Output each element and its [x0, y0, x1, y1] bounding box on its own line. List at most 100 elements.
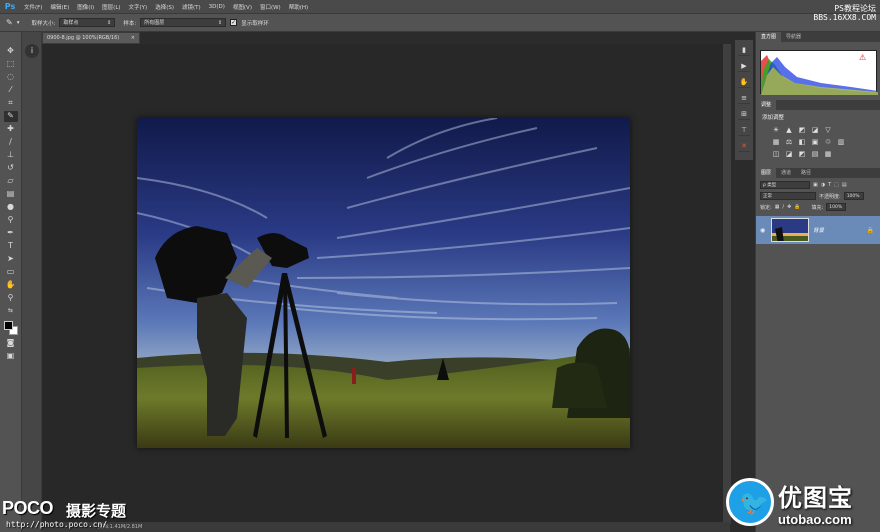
tool-presets-icon[interactable]: ⊤ — [738, 124, 750, 136]
lock-transparent-icon[interactable]: ▦ — [775, 204, 780, 210]
gradient-tool-icon[interactable]: ▤ — [4, 189, 18, 200]
layer-thumbnail-image — [772, 219, 808, 241]
tab-navigator[interactable]: 导航器 — [781, 32, 806, 42]
filter-smart-icon[interactable]: ▤ — [842, 182, 847, 188]
menu-edit[interactable]: 编辑(E) — [46, 3, 73, 11]
quick-mask-icon[interactable]: ◙ — [4, 338, 18, 349]
blur-tool-icon[interactable]: ● — [4, 202, 18, 213]
utobao-watermark-url: utobao.com — [778, 512, 852, 527]
tab-paths[interactable]: 路径 — [796, 168, 816, 178]
layer-name[interactable]: 背景 — [813, 226, 863, 234]
exposure-icon[interactable]: ◪ — [811, 126, 819, 134]
color-lookup-icon[interactable]: ▥ — [837, 138, 845, 146]
menu-filter[interactable]: 滤镜(T) — [178, 3, 205, 11]
crop-tool-icon[interactable]: ⌗ — [4, 98, 18, 109]
filter-type-icon[interactable]: T — [828, 182, 831, 188]
menu-select[interactable]: 选择(S) — [151, 3, 178, 11]
hue-saturation-icon[interactable]: ▦ — [772, 138, 780, 146]
menu-layer[interactable]: 图层(L) — [98, 3, 124, 11]
levels-icon[interactable]: ▲ — [785, 126, 793, 134]
tab-histogram[interactable]: 直方图 — [756, 32, 782, 42]
poco-watermark-url: http://photo.poco.cn/ — [6, 520, 108, 529]
tool-preset-arrow-icon[interactable]: ▾ — [17, 20, 20, 26]
opacity-field[interactable]: 100% — [843, 192, 864, 200]
color-balance-icon[interactable]: ⚖ — [785, 138, 793, 146]
layer-row-background[interactable]: ◉ 背景 🔒 — [756, 216, 880, 244]
menu-help[interactable]: 帮助(H) — [285, 3, 312, 11]
actions-icon[interactable]: ▶ — [738, 60, 750, 72]
quick-select-tool-icon[interactable]: ⁄ — [4, 85, 18, 96]
marquee-tool-icon[interactable]: ⬚ — [4, 59, 18, 70]
sample-size-value: 取样点 — [63, 20, 79, 26]
close-icon[interactable]: ✕ — [738, 140, 750, 152]
brush-presets-icon[interactable]: ✋ — [738, 76, 750, 88]
eraser-tool-icon[interactable]: ▱ — [4, 176, 18, 187]
fill-field[interactable]: 100% — [826, 203, 847, 211]
character-icon[interactable]: ≡ — [738, 92, 750, 104]
foreground-color-swatch[interactable] — [3, 321, 13, 330]
pen-tool-icon[interactable]: ✒ — [4, 228, 18, 239]
sample-select[interactable]: 所有图层 ⇕ — [140, 18, 227, 27]
menu-window[interactable]: 窗口(W) — [256, 3, 285, 11]
gradient-map-icon[interactable]: ▤ — [811, 150, 819, 158]
filter-shape-icon[interactable]: ⬚ — [834, 182, 839, 188]
move-tool-icon[interactable]: ✥ — [4, 46, 18, 57]
photo-filter-icon[interactable]: ▣ — [811, 138, 819, 146]
tab-layers[interactable]: 图层 — [756, 168, 777, 178]
filter-pixel-icon[interactable]: ▣ — [813, 182, 818, 188]
paragraph-icon[interactable]: ⊞ — [738, 108, 750, 120]
watermark-top: PS教程论坛 BBS.16XX8.COM — [813, 4, 876, 22]
lock-move-icon[interactable]: ✥ — [787, 204, 791, 210]
type-tool-icon[interactable]: T — [4, 241, 18, 252]
history-icon[interactable]: ▮ — [738, 44, 750, 56]
eyedropper-tool-icon[interactable]: ✎ — [6, 18, 13, 27]
color-swatches[interactable] — [3, 321, 18, 335]
info-icon[interactable]: i — [25, 44, 39, 58]
layer-filter-select[interactable]: ρ 类型 — [760, 181, 810, 189]
eye-icon[interactable]: ◉ — [760, 227, 767, 234]
blend-mode-select[interactable]: 正常 — [760, 192, 816, 200]
zoom-tool-icon[interactable]: ⚲ — [4, 293, 18, 304]
sample-size-select[interactable]: 取样点 ⇕ — [59, 18, 116, 27]
hand-tool-icon[interactable]: ✋ — [4, 280, 18, 291]
tab-channels[interactable]: 通道 — [776, 168, 796, 178]
healing-brush-tool-icon[interactable]: ✚ — [4, 124, 18, 135]
menu-image[interactable]: 图像(I) — [73, 3, 98, 11]
shape-tool-icon[interactable]: ▭ — [4, 267, 18, 278]
brightness-icon[interactable]: ☀ — [772, 126, 780, 134]
swap-colors-icon[interactable]: ⇆ — [4, 306, 18, 317]
show-ring-checkbox[interactable]: ✓ — [230, 19, 238, 26]
channel-mixer-icon[interactable]: ♲ — [824, 138, 832, 146]
layer-filter-row: ρ 类型 ▣ ◑ T ⬚ ▤ — [760, 181, 876, 189]
dodge-tool-icon[interactable]: ⚲ — [4, 215, 18, 226]
brush-tool-icon[interactable]: ∕ — [4, 137, 18, 148]
posterize-icon[interactable]: ◪ — [785, 150, 793, 158]
clone-stamp-tool-icon[interactable]: ⊥ — [4, 150, 18, 161]
menu-type[interactable]: 文字(Y) — [125, 3, 152, 11]
menu-bar: Ps 文件(F) 编辑(E) 图像(I) 图层(L) 文字(Y) 选择(S) 滤… — [0, 0, 880, 14]
vibrance-icon[interactable]: ▽ — [824, 126, 832, 134]
screen-mode-icon[interactable]: ▣ — [4, 351, 18, 362]
menu-3d[interactable]: 3D(D) — [205, 4, 229, 10]
layer-thumbnail — [771, 218, 809, 242]
menu-file[interactable]: 文件(F) — [20, 3, 46, 11]
tab-adjustments[interactable]: 调整 — [756, 100, 777, 110]
selective-color-icon[interactable]: ▦ — [824, 150, 832, 158]
path-select-tool-icon[interactable]: ➤ — [4, 254, 18, 265]
history-brush-tool-icon[interactable]: ↺ — [4, 163, 18, 174]
eyedropper-tool-icon[interactable]: ✎ — [3, 111, 18, 122]
lock-all-icon[interactable]: 🔒 — [794, 204, 800, 210]
landscape-photo — [137, 118, 630, 448]
threshold-icon[interactable]: ◩ — [798, 150, 806, 158]
vertical-scrollbar[interactable] — [723, 44, 731, 524]
menu-view[interactable]: 视图(V) — [229, 3, 256, 11]
filter-adjustment-icon[interactable]: ◑ — [821, 182, 825, 188]
close-icon[interactable]: × — [131, 33, 135, 43]
document-canvas-photo[interactable] — [137, 118, 630, 448]
invert-icon[interactable]: ◫ — [772, 150, 780, 158]
lasso-tool-icon[interactable]: ◌ — [4, 72, 18, 83]
curves-icon[interactable]: ◩ — [798, 126, 806, 134]
document-tab[interactable]: 0900-8.jpg @ 100%(RGB/16) × — [42, 32, 140, 44]
lock-brush-icon[interactable]: ∕ — [782, 204, 784, 210]
black-white-icon[interactable]: ◧ — [798, 138, 806, 146]
